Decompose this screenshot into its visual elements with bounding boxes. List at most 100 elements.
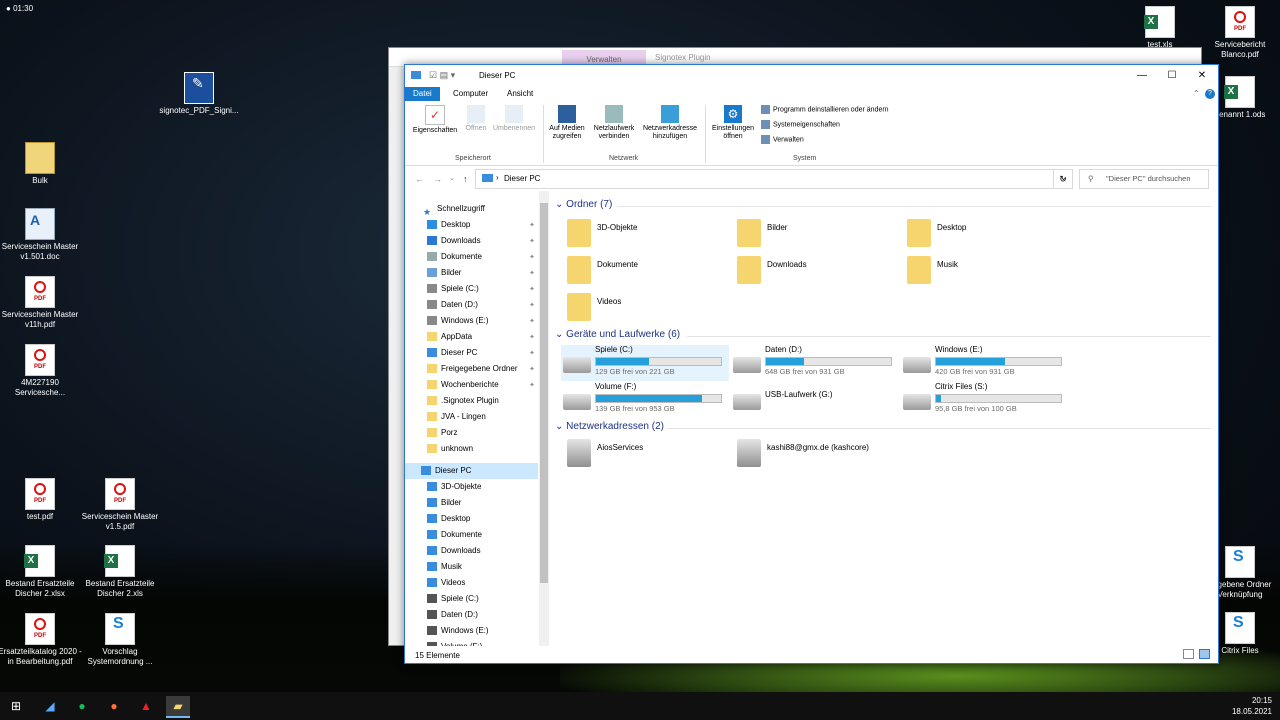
large-icons-view-icon[interactable] <box>1199 649 1210 659</box>
drive-item[interactable]: Volume (F:) 139 GB frei von 953 GB <box>561 382 729 418</box>
refresh-button[interactable]: ↻ <box>1053 169 1073 189</box>
navigation-pane[interactable]: ★ Schnellzugriff Desktop ✦ Downloads ✦ Dokume… <box>405 191 539 646</box>
uninstall-button[interactable]: Programm deinstallieren oder ändern <box>761 105 889 114</box>
media-access-button[interactable]: Auf Medien zugreifen <box>545 105 589 141</box>
firefox-icon[interactable]: ● <box>102 696 126 716</box>
chevron-down-icon[interactable]: ⌄ <box>449 174 455 182</box>
desktop-icon[interactable]: test.xls <box>1115 6 1205 50</box>
network-location-item[interactable]: AiosServices <box>563 437 723 471</box>
sidebar-item[interactable]: Bilder <box>427 265 461 281</box>
desktop-icon[interactable]: Serviceschein Master v1.501.doc <box>0 208 85 262</box>
taskbar-clock[interactable]: 20:15 18.05.2021 <box>1232 695 1272 717</box>
sidebar-item[interactable]: 3D-Objekte <box>427 479 481 495</box>
address-bar[interactable]: › Dieser PC ⌄ <box>475 169 1073 189</box>
sidebar-item[interactable]: Videos <box>427 575 465 591</box>
sidebar-item[interactable]: Downloads <box>427 543 481 559</box>
folder-item[interactable]: Musik <box>903 254 1063 288</box>
back-arrow-icon[interactable]: ← <box>415 174 424 184</box>
group-header-drives[interactable]: ⌄ Geräte und Laufwerke (6) <box>555 329 1211 340</box>
acrobat-icon[interactable]: ▲ <box>134 696 158 716</box>
pin-icon[interactable]: ✦ <box>529 285 535 293</box>
folder-item[interactable]: Dokumente <box>563 254 723 288</box>
properties-button[interactable]: ✓ Eigenschaften <box>409 105 461 135</box>
sidebar-item[interactable]: Musik <box>427 559 462 575</box>
sidebar-item[interactable]: Downloads <box>427 233 481 249</box>
sidebar-item[interactable]: Porz <box>427 425 457 441</box>
desktop-icon[interactable]: Bulk <box>0 142 85 186</box>
tab-computer[interactable]: Computer <box>445 87 496 101</box>
pin-icon[interactable]: ✦ <box>529 301 535 309</box>
sidebar-item[interactable]: Dokumente <box>427 249 482 265</box>
explorer-window[interactable]: ☑ ▤ ▾ Dieser PC — ☐ ✕ Datei Computer Ans… <box>404 64 1219 664</box>
minimize-button[interactable]: — <box>1127 65 1157 87</box>
pin-icon[interactable]: ✦ <box>529 333 535 341</box>
sidebar-item[interactable]: Desktop <box>427 511 470 527</box>
sidebar-item[interactable]: Volume (F:) <box>427 639 482 646</box>
drive-item[interactable]: Spiele (C:) 129 GB frei von 221 GB <box>561 345 729 381</box>
start-windows-icon[interactable]: ⊞ <box>4 696 28 716</box>
manage-button[interactable]: Verwalten <box>761 135 804 144</box>
quick-access-toolbar[interactable]: ☑ ▤ ▾ <box>429 70 455 81</box>
drive-item[interactable]: USB-Laufwerk (G:) <box>731 382 899 418</box>
tab-datei[interactable]: Datei <box>405 87 440 101</box>
file-explorer-icon[interactable]: ▰ <box>166 696 190 718</box>
sidebar-item[interactable]: Wochenberichte <box>427 377 499 393</box>
desktop-icon[interactable]: signotec_PDF_Signi... <box>154 72 244 116</box>
group-header-network[interactable]: ⌄ Netzwerkadressen (2) <box>555 421 1211 432</box>
close-button[interactable]: ✕ <box>1187 65 1217 87</box>
sidebar-item[interactable]: unknown <box>427 441 473 457</box>
pin-icon[interactable]: ✦ <box>529 253 535 261</box>
pin-icon[interactable]: ✦ <box>529 317 535 325</box>
system-properties-button[interactable]: Systemeigenschaften <box>761 120 840 129</box>
pin-icon[interactable]: ✦ <box>529 365 535 373</box>
sidebar-item[interactable]: Spiele (C:) <box>427 591 479 607</box>
sidebar-scrollbar[interactable] <box>539 191 549 646</box>
content-area[interactable]: ⌄ Ordner (7) 3D-Objekte Bilder Desktop Doku… <box>553 191 1213 646</box>
maximize-button[interactable]: ☐ <box>1157 65 1187 87</box>
cortana-icon[interactable]: ◢ <box>38 696 62 716</box>
drive-item[interactable]: Daten (D:) 648 GB frei von 931 GB <box>731 345 899 381</box>
sidebar-item[interactable]: Dieser PC <box>427 345 477 361</box>
rename-button[interactable]: Umbenennen <box>491 105 537 133</box>
folder-item[interactable]: 3D-Objekte <box>563 217 723 251</box>
desktop-icon[interactable]: test.pdf <box>0 478 85 522</box>
network-location-item[interactable]: kashi88@gmx.de (kashcore) <box>733 437 893 471</box>
folder-item[interactable]: Desktop <box>903 217 1063 251</box>
sidebar-item[interactable]: Bilder <box>427 495 461 511</box>
pin-icon[interactable]: ✦ <box>529 381 535 389</box>
details-view-icon[interactable] <box>1183 649 1194 659</box>
pin-icon[interactable]: ✦ <box>529 237 535 245</box>
up-arrow-icon[interactable]: ↑ <box>463 174 468 184</box>
help-icon[interactable]: ? <box>1205 89 1215 99</box>
pin-icon[interactable]: ✦ <box>529 349 535 357</box>
forward-arrow-icon[interactable]: → <box>433 174 442 184</box>
folder-item[interactable]: Videos <box>563 291 723 325</box>
desktop-icon[interactable]: Ersatzteilkatalog 2020 - in Bearbeitung.… <box>0 613 85 667</box>
drive-item[interactable]: Windows (E:) 420 GB frei von 931 GB <box>901 345 1069 381</box>
settings-button[interactable]: ⚙ Einstellungen öffnen <box>707 105 759 141</box>
sidebar-item[interactable]: .Signotex Plugin <box>427 393 499 409</box>
pin-icon[interactable]: ✦ <box>529 269 535 277</box>
sidebar-item[interactable]: Windows (E:) <box>427 313 489 329</box>
sidebar-item[interactable]: JVA - Lingen <box>427 409 486 425</box>
chevron-up-icon[interactable]: ⌃ <box>1193 89 1200 98</box>
sidebar-item[interactable]: AppData <box>427 329 472 345</box>
sidebar-item[interactable]: Dokumente <box>427 527 482 543</box>
desktop-icon[interactable]: Vorschlag Systemordnung ... <box>75 613 165 667</box>
spotify-icon[interactable]: ● <box>70 696 94 716</box>
desktop-icon[interactable]: Bestand Ersatzteile Discher 2.xls <box>75 545 165 599</box>
sidebar-item-schnellzugriff[interactable]: ★ Schnellzugriff <box>423 201 485 217</box>
sidebar-item-dieser-pc[interactable]: Dieser PC <box>421 463 471 479</box>
folder-item[interactable]: Downloads <box>733 254 893 288</box>
desktop-icon[interactable]: Serviceschein Master v11h.pdf <box>0 276 85 330</box>
tab-ansicht[interactable]: Ansicht <box>499 87 541 101</box>
add-network-location-button[interactable]: Netzwerkadresse hinzufügen <box>639 105 701 141</box>
desktop-icon[interactable]: Serviceschein Master v1.5.pdf <box>75 478 165 532</box>
pin-icon[interactable]: ✦ <box>529 221 535 229</box>
folder-item[interactable]: Bilder <box>733 217 893 251</box>
sidebar-item[interactable]: Spiele (C:) <box>427 281 479 297</box>
sidebar-item[interactable]: Windows (E:) <box>427 623 489 639</box>
sidebar-item[interactable]: Desktop <box>427 217 470 233</box>
group-header-folders[interactable]: ⌄ Ordner (7) <box>555 199 1211 210</box>
sidebar-item[interactable]: Freigegebene Ordner <box>427 361 518 377</box>
